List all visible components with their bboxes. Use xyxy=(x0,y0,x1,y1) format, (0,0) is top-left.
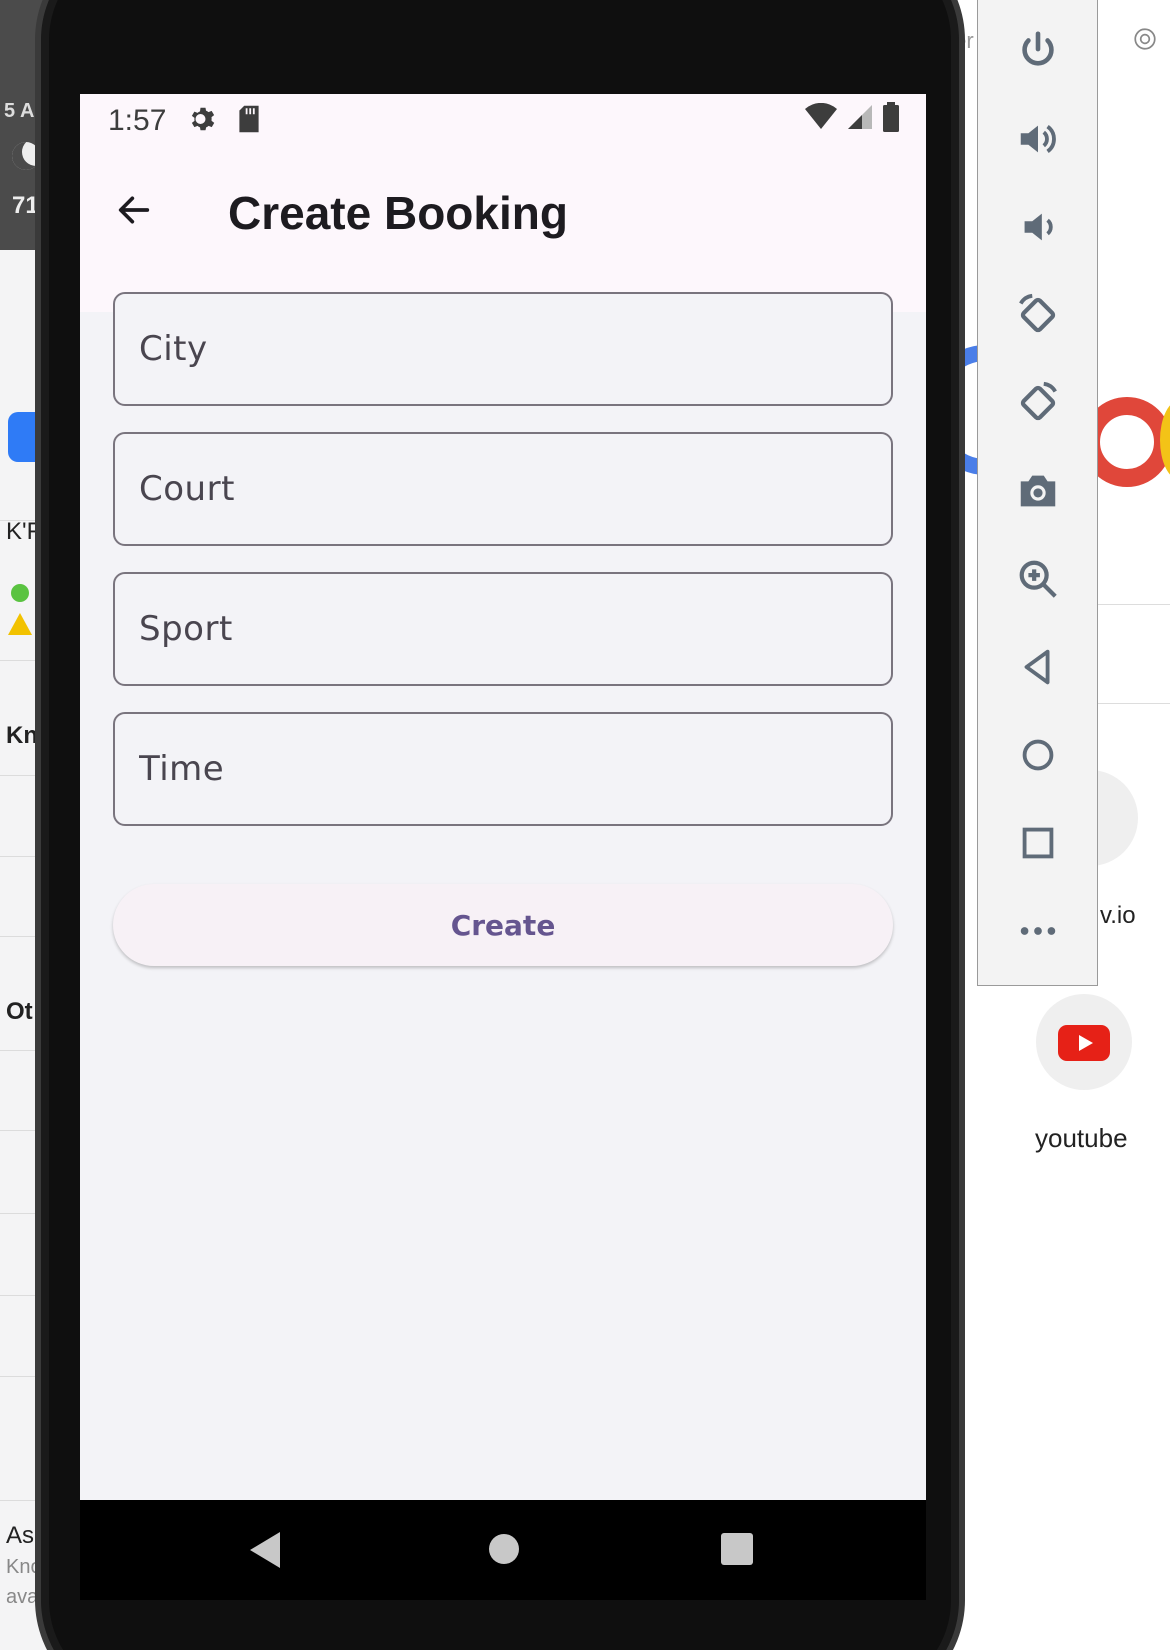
back-button[interactable] xyxy=(104,180,164,240)
time-input[interactable] xyxy=(115,714,891,824)
bg-text: Ot xyxy=(6,998,33,1025)
bg-text: Kn xyxy=(6,722,38,749)
status-icons xyxy=(804,102,900,132)
bg-text: As xyxy=(6,1522,35,1549)
home-icon[interactable] xyxy=(978,720,1097,790)
app-bar: Create Booking xyxy=(80,148,926,312)
rotate-left-icon[interactable] xyxy=(978,280,1097,350)
back-triangle-icon[interactable] xyxy=(250,1532,280,1568)
status-bar: 1:57 xyxy=(80,94,926,148)
device-screen: 1:57 Create Booking Create xyxy=(80,94,926,1500)
search-box xyxy=(1094,604,1170,704)
sport-field[interactable] xyxy=(113,572,893,686)
emulator-toolbar xyxy=(977,0,1098,986)
settings-icon xyxy=(191,107,215,131)
more-icon[interactable] xyxy=(978,896,1097,966)
rotate-right-icon[interactable] xyxy=(978,368,1097,438)
create-button[interactable]: Create xyxy=(113,884,893,966)
bg-text: 5 A xyxy=(4,100,35,122)
zoom-icon[interactable] xyxy=(978,544,1097,614)
battery-icon xyxy=(883,102,899,132)
openai-icon xyxy=(1134,28,1156,50)
city-input[interactable] xyxy=(115,294,891,404)
bg-text: ava xyxy=(6,1586,39,1608)
status-time: 1:57 xyxy=(108,104,167,137)
warning-icon xyxy=(8,613,32,635)
shortcut-label: youtube xyxy=(1035,1123,1128,1153)
camera-icon[interactable] xyxy=(978,456,1097,526)
shortcut-label: v.io xyxy=(1100,902,1136,929)
system-nav-bar xyxy=(80,1500,926,1600)
page-title: Create Booking xyxy=(228,187,568,239)
youtube-icon xyxy=(1058,1025,1110,1061)
court-input[interactable] xyxy=(115,434,891,544)
court-field[interactable] xyxy=(113,432,893,546)
volume-down-icon[interactable] xyxy=(978,192,1097,262)
power-icon[interactable] xyxy=(978,16,1097,86)
status-dot-icon xyxy=(11,584,29,602)
signal-icon xyxy=(848,105,872,129)
arrow-back-icon xyxy=(118,196,150,224)
sd-card-icon xyxy=(239,105,259,133)
wifi-icon xyxy=(805,103,837,129)
time-field[interactable] xyxy=(113,712,893,826)
volume-up-icon[interactable] xyxy=(978,104,1097,174)
recents-square-icon[interactable] xyxy=(721,1533,753,1565)
city-field[interactable] xyxy=(113,292,893,406)
home-circle-icon[interactable] xyxy=(489,1534,519,1564)
sport-input[interactable] xyxy=(115,574,891,684)
overview-icon[interactable] xyxy=(978,808,1097,878)
back-icon[interactable] xyxy=(978,632,1097,702)
